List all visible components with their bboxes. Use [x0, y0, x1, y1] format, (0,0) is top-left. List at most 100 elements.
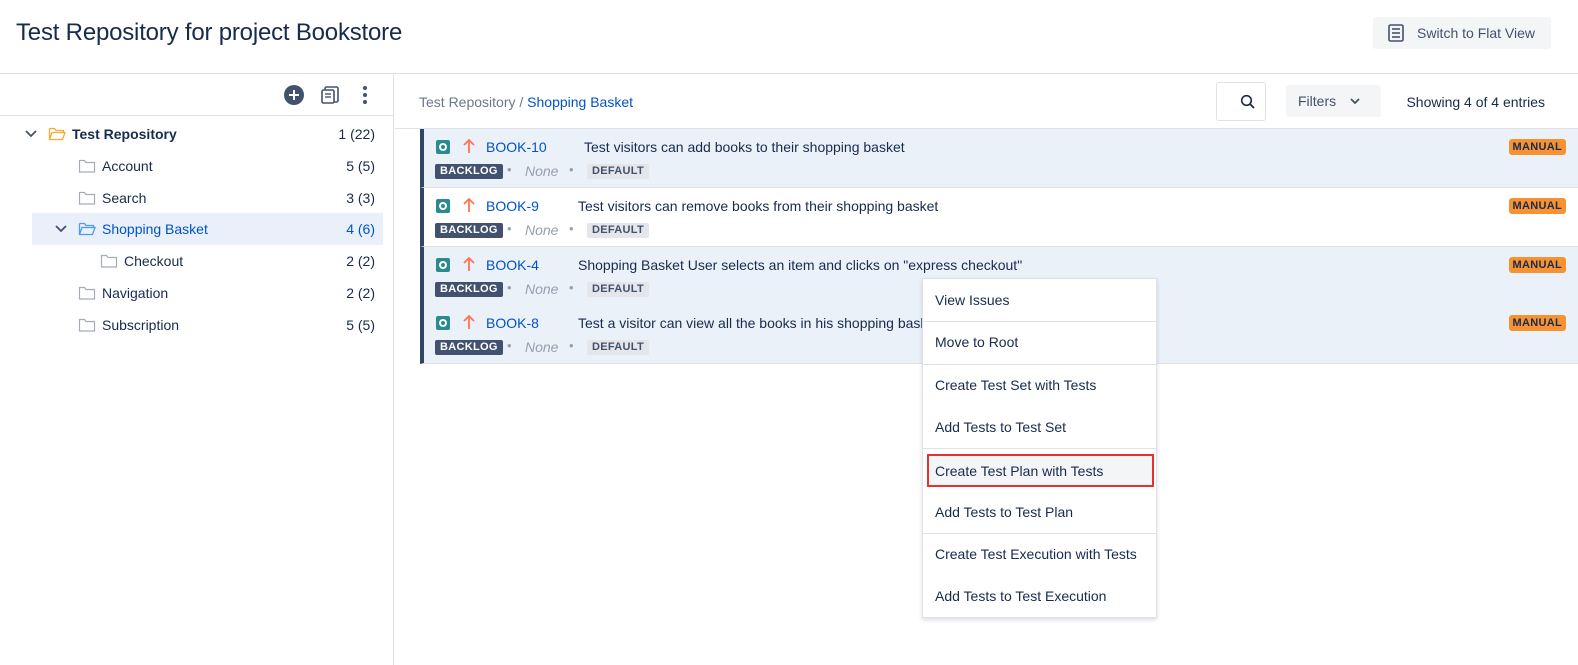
- test-row[interactable]: BOOK-9 Test visitors can remove books fro…: [420, 187, 1578, 247]
- context-menu: View Issues Move to Root Create Test Set w…: [922, 278, 1157, 618]
- search-icon: [1240, 94, 1256, 110]
- tree-item-shopping-basket[interactable]: Shopping Basket 4 (6): [32, 213, 383, 246]
- tree-item-label: Checkout: [124, 253, 184, 270]
- status-badge: BACKLOG: [435, 164, 503, 179]
- test-type-badge: MANUAL: [1508, 197, 1566, 214]
- entries-count: Showing 4 of 4 entries: [1406, 94, 1545, 110]
- chevron-down-icon[interactable]: [24, 127, 38, 141]
- test-type-icon: [436, 257, 450, 272]
- tree-item-account[interactable]: Account 5 (5): [32, 150, 383, 182]
- tree-item-count: 1 (22): [338, 126, 375, 142]
- priority-high-icon: [462, 256, 476, 272]
- test-type-badge: MANUAL: [1508, 139, 1566, 155]
- menu-item-create-test-plan-with-tests[interactable]: Create Test Plan with Tests: [927, 454, 1154, 487]
- menu-item-add-tests-to-test-set[interactable]: Add Tests to Test Set: [923, 406, 1156, 448]
- tree-item-count: 2 (2): [346, 253, 375, 270]
- folder-open-icon: [78, 221, 96, 237]
- filters-label: Filters: [1298, 93, 1337, 109]
- tree-item-count: 5 (5): [346, 316, 375, 333]
- dataset-lozenge: DEFAULT: [587, 164, 650, 179]
- chevron-down-icon[interactable]: [54, 222, 68, 236]
- tree-item-subscription[interactable]: Subscription 5 (5): [32, 309, 383, 341]
- tree-item-count: 3 (3): [346, 189, 375, 206]
- assignee-value: None: [525, 221, 559, 238]
- more-vertical-icon[interactable]: [353, 83, 377, 107]
- separator-dot: •: [507, 220, 512, 236]
- tree-item-label: Navigation: [102, 285, 169, 301]
- filters-button[interactable]: Filters: [1286, 85, 1381, 117]
- assignee-value: None: [525, 339, 559, 356]
- menu-item-add-tests-to-test-execution[interactable]: Add Tests to Test Execution: [923, 575, 1156, 617]
- tree-item-label: Search: [102, 189, 147, 206]
- switch-to-flat-view-button[interactable]: Switch to Flat View: [1373, 17, 1551, 49]
- dataset-lozenge: DEFAULT: [587, 281, 650, 297]
- folder-open-icon: [48, 126, 66, 142]
- menu-item-move-to-root[interactable]: Move to Root: [923, 321, 1156, 363]
- separator-dot: •: [507, 162, 512, 177]
- issue-key-link[interactable]: BOOK-8: [486, 315, 539, 331]
- tree-toolbar: [0, 74, 393, 116]
- test-summary: Test visitors can add books to their sho…: [584, 139, 905, 155]
- menu-item-create-test-set-with-tests[interactable]: Create Test Set with Tests: [923, 364, 1156, 406]
- tree-item-label: Test Repository: [72, 126, 177, 142]
- test-type-icon: [436, 316, 450, 331]
- priority-high-icon: [462, 197, 476, 213]
- menu-item-view-issues[interactable]: View Issues: [923, 279, 1156, 321]
- menu-item-create-test-execution-with-tests[interactable]: Create Test Execution with Tests: [923, 533, 1156, 575]
- priority-high-icon: [462, 138, 476, 154]
- breadcrumb-separator: /: [515, 94, 528, 110]
- tree-item-label: Subscription: [102, 316, 180, 333]
- dataset-lozenge: DEFAULT: [587, 222, 650, 238]
- tree-item-label: Shopping Basket: [102, 221, 208, 238]
- status-badge: BACKLOG: [435, 281, 503, 297]
- page-title: Test Repository for project Bookstore: [16, 19, 403, 46]
- issue-key-link[interactable]: BOOK-4: [486, 257, 539, 273]
- folder-tree-pane: Test Repository 1 (22) Account 5 (5) Search 3…: [0, 74, 394, 665]
- tree-item-test-repository[interactable]: Test Repository 1 (22): [25, 118, 383, 150]
- separator-dot: •: [569, 162, 574, 177]
- tree-item-label: Account: [102, 157, 153, 174]
- copy-icon[interactable]: [318, 83, 342, 107]
- issue-key-link[interactable]: BOOK-10: [486, 139, 547, 155]
- folder-icon: [78, 158, 96, 174]
- folder-icon: [100, 253, 118, 269]
- test-summary: Shopping Basket User selects an item and…: [578, 256, 1023, 273]
- tree-item-navigation[interactable]: Navigation 2 (2): [32, 277, 383, 309]
- test-summary: Test a visitor can view all the books in…: [578, 315, 940, 332]
- issue-key-link[interactable]: BOOK-9: [486, 198, 539, 214]
- tree-item-search[interactable]: Search 3 (3): [32, 182, 383, 214]
- priority-high-icon: [462, 314, 476, 330]
- list-icon: [1387, 24, 1405, 42]
- status-badge: BACKLOG: [435, 340, 503, 356]
- status-badge: BACKLOG: [435, 222, 503, 238]
- breadcrumb-current[interactable]: Shopping Basket: [527, 94, 633, 110]
- breadcrumb-root[interactable]: Test Repository: [419, 94, 515, 110]
- dataset-lozenge: DEFAULT: [587, 340, 650, 356]
- breadcrumb: Test Repository / Shopping Basket: [419, 94, 633, 110]
- tree-item-checkout[interactable]: Checkout 2 (2): [32, 245, 383, 277]
- test-type-icon: [436, 140, 450, 154]
- assignee-value: None: [525, 280, 559, 297]
- menu-item-add-tests-to-test-plan[interactable]: Add Tests to Test Plan: [923, 491, 1156, 533]
- separator-dot: •: [569, 279, 574, 295]
- folder-icon: [78, 317, 96, 333]
- test-summary: Test visitors can remove books from thei…: [578, 197, 939, 214]
- search-input[interactable]: [1216, 82, 1266, 121]
- separator-dot: •: [569, 220, 574, 236]
- tests-toolbar: Test Repository / Shopping Basket Filter…: [395, 74, 1578, 129]
- tree-item-count: 5 (5): [346, 157, 375, 174]
- chevron-down-icon: [1350, 98, 1360, 104]
- test-type-badge: MANUAL: [1508, 256, 1566, 273]
- separator-dot: •: [507, 338, 512, 354]
- switch-to-flat-view-label: Switch to Flat View: [1417, 25, 1536, 41]
- separator-dot: •: [507, 279, 512, 295]
- folder-icon: [78, 190, 96, 206]
- page-header: Test Repository for project Bookstore Sw…: [0, 0, 1578, 74]
- test-type-badge: MANUAL: [1508, 315, 1566, 332]
- test-row[interactable]: BOOK-10 Test visitors can add books to th…: [420, 129, 1578, 188]
- test-type-icon: [436, 198, 450, 213]
- folder-icon: [78, 285, 96, 301]
- add-circle-icon[interactable]: [282, 83, 306, 107]
- tree-item-count: 4 (6): [346, 221, 375, 238]
- separator-dot: •: [569, 338, 574, 354]
